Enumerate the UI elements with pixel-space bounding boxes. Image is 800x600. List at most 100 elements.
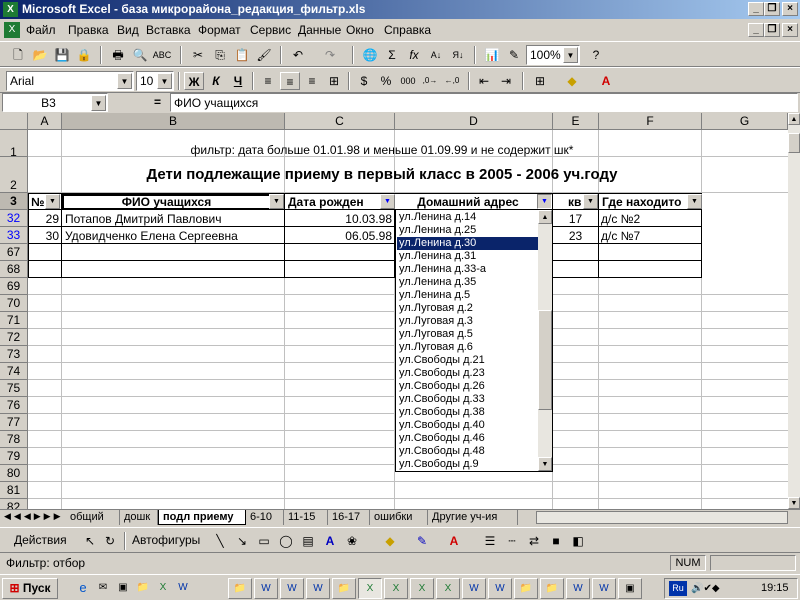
scroll-up-icon[interactable]: ▲	[788, 113, 800, 125]
fill-color-icon[interactable]: ◆	[562, 72, 582, 90]
cell-apt[interactable]: 17	[555, 212, 596, 226]
font-size-combo[interactable]: 10 ▼	[136, 71, 174, 91]
increase-decimal-icon[interactable]: ,0→	[420, 72, 440, 90]
filter-list-item[interactable]: ул.Свободы д.21	[397, 354, 538, 367]
ie-icon[interactable]: e	[74, 578, 92, 599]
wordart-icon[interactable]: A	[320, 532, 340, 550]
rotate-icon[interactable]: ↻	[100, 532, 120, 550]
italic-icon[interactable]: К	[206, 72, 226, 90]
filter-list-item[interactable]: ул.Свободы д.26	[397, 380, 538, 393]
arrow-icon[interactable]: ↘	[232, 532, 252, 550]
folder-icon[interactable]: 📁	[134, 578, 152, 599]
chevron-down-icon[interactable]: ▼	[91, 95, 106, 111]
line-icon[interactable]: ╲	[210, 532, 230, 550]
header-where[interactable]: Где находито	[602, 195, 687, 209]
filter-list-item[interactable]: ул.Ленина д.14	[397, 211, 538, 224]
workbook-icon[interactable]: X	[4, 22, 20, 38]
start-button[interactable]: ⊞ Пуск	[2, 578, 58, 599]
filter-list-item[interactable]: ул.Луговая д.3	[397, 315, 538, 328]
row-header[interactable]: 78	[0, 431, 28, 448]
filter-dropdown-icon[interactable]: ▼	[45, 194, 60, 209]
filter-list-item[interactable]: ул.Луговая д.6	[397, 341, 538, 354]
sheet-heading[interactable]: Дети подлежащие приему в первый класс в …	[62, 166, 702, 183]
sheet-tab[interactable]: ошибки	[370, 510, 428, 525]
menu-view[interactable]: Вид	[117, 19, 139, 41]
scroll-up-icon[interactable]: ▲	[538, 210, 552, 224]
select-all-corner[interactable]	[0, 113, 28, 130]
copy-icon[interactable]: ⎘	[210, 46, 230, 64]
name-box[interactable]: B3 ▼	[2, 93, 108, 112]
task-word-icon[interactable]: W	[462, 578, 486, 599]
paste-icon[interactable]: 📋	[232, 46, 252, 64]
row-header[interactable]: 71	[0, 312, 28, 329]
filter-list-item[interactable]: ул.Ленина д.30	[397, 237, 538, 250]
column-header-b[interactable]: B	[62, 113, 285, 130]
undo-icon[interactable]: ↶	[288, 46, 308, 64]
column-header-g[interactable]: G	[702, 113, 788, 130]
chevron-down-icon[interactable]: ▼	[117, 73, 132, 89]
row-header[interactable]: 74	[0, 363, 28, 380]
rectangle-icon[interactable]: ▭	[254, 532, 274, 550]
spelling-icon[interactable]: ABC	[152, 46, 172, 64]
font-combo[interactable]: Arial ▼	[6, 71, 134, 91]
decrease-indent-icon[interactable]: ⇤	[474, 72, 494, 90]
row-header[interactable]: 81	[0, 482, 28, 499]
currency-icon[interactable]: $	[354, 72, 374, 90]
cut-icon[interactable]: ✂	[188, 46, 208, 64]
filter-list-item[interactable]: ул.Свободы д.23	[397, 367, 538, 380]
menu-insert[interactable]: Вставка	[146, 19, 191, 41]
header-apt[interactable]: кв	[568, 195, 581, 209]
menu-window[interactable]: Окно	[346, 19, 374, 41]
font-color-icon[interactable]: A	[444, 532, 464, 550]
align-center-icon[interactable]: ≡	[280, 72, 300, 90]
list-scrollbar[interactable]: ▲ ▼	[538, 210, 552, 471]
filter-list-item[interactable]: ул.Свободы д.33	[397, 393, 538, 406]
row-header[interactable]: 80	[0, 465, 28, 482]
header-address[interactable]: Домашний адрес	[398, 195, 538, 209]
minimize-icon[interactable]: _	[748, 2, 764, 16]
worksheet-grid[interactable]: A B C D E F G 1 2 3 32 33 67 68 69 70 71 72…	[0, 113, 788, 509]
address-filter-list[interactable]: ул.Ленина д.14 ул.Ленина д.25 ул.Ленина д.…	[395, 209, 553, 472]
zoom-combo[interactable]: 100% ▼	[526, 45, 580, 65]
chevron-down-icon[interactable]: ▼	[563, 47, 578, 63]
cell-where[interactable]: д/с №7	[601, 229, 700, 243]
font-color-icon[interactable]: A	[596, 72, 616, 90]
arrow-style-icon[interactable]: ⇄	[524, 532, 544, 550]
row-header[interactable]: 3	[0, 193, 28, 210]
tab-nav-icons[interactable]: ◀◀◀▶▶▶	[4, 511, 64, 522]
row-header[interactable]: 2	[0, 157, 28, 193]
cell-num[interactable]: 29	[30, 212, 59, 226]
excel-quick-icon[interactable]: X	[154, 578, 172, 599]
row-header[interactable]: 32	[0, 210, 28, 227]
row-header[interactable]: 75	[0, 380, 28, 397]
column-header-e[interactable]: E	[553, 113, 599, 130]
cell-apt[interactable]: 23	[555, 229, 596, 243]
new-icon[interactable]: 🗋	[8, 46, 28, 64]
filter-dropdown-icon[interactable]: ▼	[269, 194, 284, 209]
filter-active-icon[interactable]: ▼	[537, 194, 552, 209]
help-icon[interactable]: ?	[586, 46, 606, 64]
sheet-tab[interactable]: 16-17	[328, 510, 370, 525]
chart-wizard-icon[interactable]: 📊	[482, 46, 502, 64]
filter-list-item[interactable]: ул.Луговая д.2	[397, 302, 538, 315]
task-folder-icon[interactable]: 📁	[332, 578, 356, 599]
sheet-tab[interactable]: подл приему	[158, 510, 246, 525]
sheet-tab[interactable]: общий	[66, 510, 120, 525]
task-excel-icon[interactable]: X	[384, 578, 408, 599]
menu-file[interactable]: Файл	[26, 19, 56, 41]
line-style-icon[interactable]: ☰	[480, 532, 500, 550]
bold-icon[interactable]: Ж	[184, 72, 204, 90]
select-pointer-icon[interactable]: ↖	[80, 532, 100, 550]
function-icon[interactable]: fx	[404, 46, 424, 64]
scroll-thumb[interactable]	[538, 310, 552, 410]
oval-icon[interactable]: ◯	[276, 532, 296, 550]
task-excel-icon[interactable]: X	[410, 578, 434, 599]
menu-edit[interactable]: Правка	[68, 19, 109, 41]
3d-icon[interactable]: ◧	[568, 532, 588, 550]
column-header-d[interactable]: D	[395, 113, 553, 130]
task-folder-icon[interactable]: 📁	[228, 578, 252, 599]
autosum-icon[interactable]: Σ	[382, 46, 402, 64]
tray-icons[interactable]: 🔊✔◆	[691, 579, 720, 598]
align-right-icon[interactable]: ≡	[302, 72, 322, 90]
row-header[interactable]: 79	[0, 448, 28, 465]
